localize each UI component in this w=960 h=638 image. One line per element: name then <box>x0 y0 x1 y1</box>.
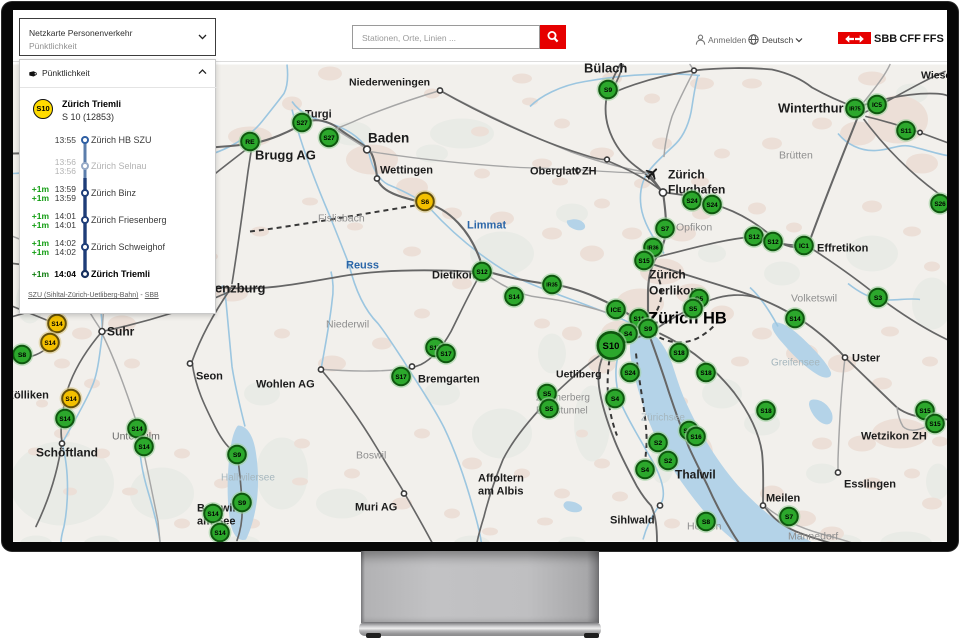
svg-text:S17: S17 <box>395 374 407 381</box>
svg-text:Opfikon: Opfikon <box>676 222 712 234</box>
svg-text:S14: S14 <box>207 511 219 518</box>
svg-text:S6: S6 <box>421 199 430 206</box>
svg-text:S9: S9 <box>604 87 613 94</box>
svg-text:S2: S2 <box>664 458 673 465</box>
svg-text:S7: S7 <box>661 226 670 233</box>
svg-text:Sihlwald: Sihlwald <box>610 515 655 527</box>
svg-text:Kölliken: Kölliken <box>13 390 49 402</box>
svg-text:ICE: ICE <box>611 307 622 314</box>
svg-text:S14: S14 <box>214 530 226 537</box>
svg-text:Brugg AG: Brugg AG <box>255 148 316 163</box>
svg-text:S5: S5 <box>689 306 698 313</box>
svg-text:Bülach: Bülach <box>584 63 627 76</box>
svg-text:Effretikon: Effretikon <box>817 243 869 255</box>
svg-text:Zürichsee: Zürichsee <box>641 413 685 424</box>
svg-text:S4: S4 <box>611 396 620 403</box>
svg-text:S14: S14 <box>789 316 801 323</box>
svg-text:S27: S27 <box>323 135 335 142</box>
svg-text:Wiesendang: Wiesendang <box>921 70 947 82</box>
svg-text:Muri AG: Muri AG <box>355 502 397 514</box>
svg-text:S18: S18 <box>673 350 685 357</box>
svg-text:Oberglatt ZH: Oberglatt ZH <box>530 166 597 178</box>
svg-text:S24: S24 <box>686 198 698 205</box>
svg-text:S18: S18 <box>700 370 712 377</box>
svg-text:S4: S4 <box>624 331 633 338</box>
svg-text:S8: S8 <box>702 519 711 526</box>
svg-text:IC1: IC1 <box>799 243 809 250</box>
svg-text:S10: S10 <box>603 341 620 352</box>
svg-text:Thalwil: Thalwil <box>675 468 716 482</box>
svg-text:Niederwil: Niederwil <box>326 319 369 331</box>
svg-text:S16: S16 <box>690 434 702 441</box>
svg-text:IR35: IR35 <box>546 282 557 288</box>
svg-text:S14: S14 <box>138 444 150 451</box>
svg-text:Bremgarten: Bremgarten <box>418 374 480 386</box>
svg-text:Baden: Baden <box>368 131 409 146</box>
svg-text:Reuss: Reuss <box>346 260 379 272</box>
svg-text:Uetliberg: Uetliberg <box>556 369 602 381</box>
svg-text:S14: S14 <box>65 396 77 403</box>
svg-text:S4: S4 <box>641 467 650 474</box>
svg-text:Volketswil: Volketswil <box>791 293 837 305</box>
svg-text:Schöftland: Schöftland <box>36 446 98 460</box>
svg-text:Zürich: Zürich <box>668 168 705 182</box>
svg-text:Esslingen: Esslingen <box>844 479 896 491</box>
svg-text:Suhr: Suhr <box>107 325 135 339</box>
svg-text:S3: S3 <box>874 295 883 302</box>
svg-text:Uster: Uster <box>852 353 881 365</box>
svg-text:S12: S12 <box>748 234 760 241</box>
svg-text:S9: S9 <box>238 500 247 507</box>
svg-text:S9: S9 <box>233 452 242 459</box>
svg-text:am Albis: am Albis <box>478 486 523 498</box>
svg-text:S26: S26 <box>934 201 946 208</box>
svg-text:S14: S14 <box>131 426 143 433</box>
svg-text:Wohlen AG: Wohlen AG <box>256 379 315 391</box>
svg-text:S8: S8 <box>18 352 27 359</box>
svg-text:Wetzikon ZH: Wetzikon ZH <box>861 431 927 443</box>
svg-text:Fislisbach: Fislisbach <box>318 213 365 225</box>
svg-text:S5: S5 <box>545 406 554 413</box>
svg-text:S14: S14 <box>59 416 71 423</box>
svg-text:Zürich: Zürich <box>649 268 686 282</box>
svg-text:S14: S14 <box>44 340 56 347</box>
svg-text:Meilen: Meilen <box>766 493 801 505</box>
svg-text:Seon: Seon <box>196 371 223 383</box>
svg-text:Dietikon: Dietikon <box>432 270 476 282</box>
svg-text:Niederweningen: Niederweningen <box>349 77 430 89</box>
svg-text:Greifensee: Greifensee <box>771 358 820 369</box>
svg-text:Winterthur: Winterthur <box>778 101 844 116</box>
svg-text:S9: S9 <box>644 326 653 333</box>
svg-text:S2: S2 <box>654 440 663 447</box>
svg-text:S27: S27 <box>296 120 308 127</box>
svg-text:S14: S14 <box>51 321 63 328</box>
svg-text:Wettingen: Wettingen <box>380 165 433 177</box>
svg-text:S12: S12 <box>476 269 488 276</box>
svg-text:IR75: IR75 <box>849 106 860 112</box>
svg-text:S14: S14 <box>508 294 520 301</box>
svg-text:S7: S7 <box>785 514 794 521</box>
svg-text:Hallwilersee: Hallwilersee <box>221 473 275 484</box>
svg-text:S24: S24 <box>706 202 718 209</box>
svg-text:RE: RE <box>245 139 255 146</box>
svg-text:S24: S24 <box>624 370 636 377</box>
svg-text:S5: S5 <box>543 391 552 398</box>
svg-text:S11: S11 <box>900 128 911 135</box>
svg-text:Brütten: Brütten <box>779 150 813 162</box>
svg-text:S18: S18 <box>760 408 772 415</box>
svg-text:Boswil: Boswil <box>356 450 386 462</box>
svg-text:Männedorf: Männedorf <box>788 531 838 543</box>
svg-text:S15: S15 <box>929 421 941 428</box>
svg-text:Affoltern: Affoltern <box>478 473 524 485</box>
svg-text:Limmat: Limmat <box>467 220 506 232</box>
svg-text:S15: S15 <box>638 258 650 265</box>
svg-text:IC5: IC5 <box>872 102 882 109</box>
svg-text:S12: S12 <box>767 239 779 246</box>
svg-text:S17: S17 <box>440 351 452 358</box>
